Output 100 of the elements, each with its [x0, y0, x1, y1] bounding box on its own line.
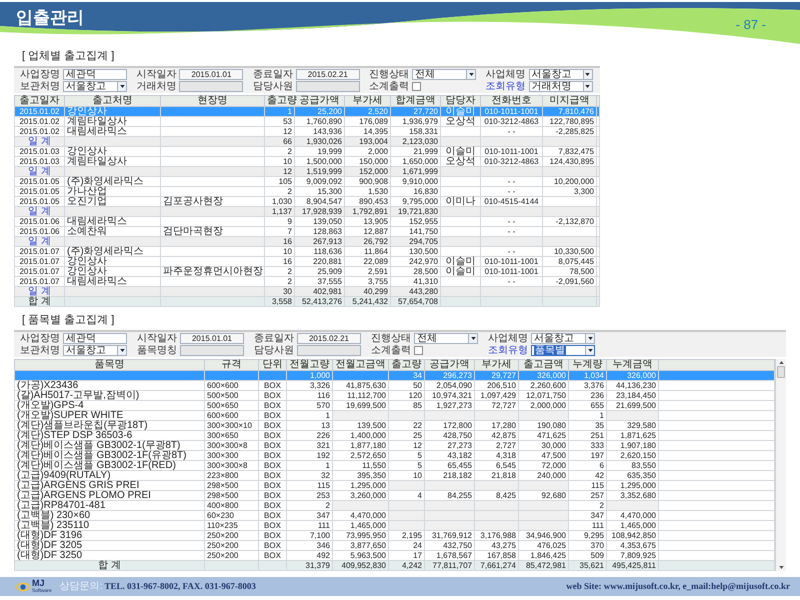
select-field[interactable]: 품목별: [531, 345, 595, 356]
dropdown-button[interactable]: [582, 82, 592, 91]
dropdown-button[interactable]: [466, 70, 476, 79]
table-row[interactable]: 2015.01.05 가나산업 2 15,300 1,530 16,830 - - 3,300: [14, 186, 600, 196]
scrollbar-thumb[interactable]: [777, 366, 785, 378]
table-row[interactable]: 2015.01.03 계림타일상사 10 1,500,000 150,000 1,650,000 오상석 010-3212-4863 124,430,895: [14, 156, 600, 166]
table-cell: 4,242: [388, 560, 424, 570]
table-row[interactable]: 2015.01.06 대림세라믹스 9 139,050 13,905 152,955 - - -2,132,870: [14, 216, 600, 226]
table-cell: 합 계: [14, 560, 204, 570]
select-field[interactable]: 서울창고: [528, 69, 593, 80]
field-label: 종료일자: [253, 333, 294, 344]
column-header: 출고처명: [64, 96, 160, 106]
scrollbar[interactable]: [775, 359, 786, 571]
table-row[interactable]: 2015.01.03 강인상사 2 19,999 2,000 21,999 이슬미 010-1011-1001 7,832,475: [14, 146, 600, 156]
table-row[interactable]: 일 계 1,137 17,928,939 1,792,891 19,721,830: [14, 206, 600, 216]
date-field[interactable]: 2015.02.21: [296, 69, 360, 80]
dropdown-button[interactable]: [585, 334, 594, 343]
table-row[interactable]: 2015.01.07 강인상사 파주운정휴먼시아현장 2 25,909 2,591 28,500 이슬미 010-1011-1001 78,500: [14, 266, 600, 276]
table-row[interactable]: (대형)DF 3250 250×200 BOX 492 5,963,500 17 1,678,567 167,858 1,846,425 509 7,809,925: [14, 550, 774, 560]
table-row[interactable]: (대형)DF 3205 250×200 BOX 346 3,877,650 24 432,750 43,275 476,025 370 4,353,675: [14, 540, 774, 550]
table-row[interactable]: 일 계 16 267,913 26,792 294,705: [14, 236, 600, 246]
table-cell: 77,811,707: [424, 560, 474, 570]
table-cell: 52,413,276: [294, 296, 344, 306]
column-header: 출고일자: [14, 96, 64, 106]
table-row[interactable]: 2015.01.07 (주)화영세라믹스 10 118,636 11,864 130,500 - - 10,330,500: [14, 246, 600, 256]
field-label: 담당사원: [252, 81, 293, 92]
table-row[interactable]: 2015.01.07 대림세라믹스 2 37,555 3,755 41,310 - - -2,091,560: [14, 276, 600, 286]
text-field[interactable]: 세관덕: [63, 69, 127, 80]
field-label: 담당사원: [253, 345, 294, 356]
field-label: 시작일자: [136, 333, 177, 344]
text-field[interactable]: 세관덕: [63, 333, 127, 344]
table-row[interactable]: (고급)9409(RUTALY) 223×800 BOX 32 395,350 10 218,182 21,818 240,000 42 635,350: [14, 470, 774, 480]
table-row[interactable]: 2015.01.07 강인상사 16 220,881 22,089 242,970 이슬미 010-1011-1001 8,075,445: [14, 256, 600, 266]
table-cell: 57,654,708: [390, 296, 440, 306]
select-field[interactable]: 전체: [412, 69, 476, 80]
table-row[interactable]: 2015.01.05 오진기업 김포공사현장 1,030 8,904,547 890,453 9,795,000 이미나 010-4515-4144: [14, 196, 600, 206]
select-field[interactable]: 전체: [414, 333, 478, 344]
date-field[interactable]: 2015.01.01: [180, 333, 244, 344]
table-row[interactable]: 일 계 12 1,519,999 152,000 1,671,999: [14, 166, 600, 176]
section-title: [ 업체별 출고집계 ]: [22, 50, 114, 63]
column-header: 규격: [204, 360, 258, 370]
table-row[interactable]: (고백블) 230×60 60×230 BOX 347 4,470,000 347 4,470,000: [14, 510, 774, 520]
table-row[interactable]: 2015.01.02 계림타일상사 53 1,760,890 176,089 1,936,979 오상석 010-3212-4863 122,780,895: [14, 116, 600, 126]
page-number: - 87 -: [736, 17, 766, 32]
table-row[interactable]: 합 계 3,558 52,413,276 5,241,432 57,654,708: [14, 296, 600, 306]
logo-text: MJ: [32, 579, 45, 588]
select-field[interactable]: 거래처명: [528, 81, 593, 92]
table-row[interactable]: (고급)ARGENS PLOMO PREI 298×500 BOX 253 3,260,000 4 84,255 8,425 92,680 257 3,352,680: [14, 490, 774, 500]
select-field[interactable]: 서울창고: [63, 81, 127, 92]
field-label: 사업체명: [487, 333, 528, 344]
table-row[interactable]: 일 계 30 402,981 40,299 443,280: [14, 286, 600, 296]
table-row[interactable]: (개오발)GPS-4 500×650 BOX 570 19,699,500 85 1,927,273 72,727 2,000,000 655 21,699,500: [14, 400, 774, 410]
table-cell: 35,621: [568, 560, 606, 570]
table-cell: 85,472,981: [518, 560, 568, 570]
field-label: 보관처명: [19, 81, 60, 92]
date-field[interactable]: 2015.02.21: [297, 333, 361, 344]
table-row[interactable]: (개오발)SUPER WHITE 600×600 BOX 1 1: [14, 410, 774, 420]
field-label: 종료일자: [252, 69, 293, 80]
table-row[interactable]: (고급)RP84701-481 400×800 BOX 2 2: [14, 500, 774, 510]
scroll-up-icon[interactable]: [778, 361, 784, 364]
page-title: 입출관리: [16, 8, 84, 28]
select-field[interactable]: 서울창고: [63, 345, 127, 356]
table-row[interactable]: (계단)STEP DSP 36503-6 300×650 BOX 226 1,400,000 25 428,750 42,875 471,625 251 1,871,625: [14, 430, 774, 440]
dropdown-button[interactable]: [585, 346, 594, 355]
table-row[interactable]: 일 계 66 1,930,026 193,004 2,123,030: [14, 136, 600, 146]
field-label: 조회유형: [484, 81, 526, 92]
dropdown-button[interactable]: [117, 82, 126, 91]
caret-down-icon: [588, 349, 592, 352]
table-row[interactable]: 2015.01.06 소예찬워 검단마곡현장 7 128,863 12,887 141,750 - -: [14, 226, 600, 236]
table-row[interactable]: 합 계 31,379 409,952,830 4,242 77,811,707 7,661,274 85,472,981 35,621 495,425,811: [14, 560, 774, 570]
select-field[interactable]: 서울창고: [531, 333, 595, 344]
date-field[interactable]: 2015.01.01: [179, 69, 244, 80]
table-row[interactable]: (고백블) 235110 110×235 BOX 111 1,465,000 111 1,465,000: [14, 520, 774, 530]
checkbox[interactable]: [414, 346, 423, 355]
table-row[interactable]: 2015.01.05 (주)화영세라믹스 105 9,009,092 900,908 9,910,000 - - 10,200,000: [14, 176, 600, 186]
table-cell: 409,952,830: [332, 560, 388, 570]
table-row[interactable]: (계단)샘플브라운칩(무광18T) 300×300×10 BOX 13 139,500 22 172,800 17,280 190,080 35 329,580: [14, 420, 774, 430]
table-row[interactable]: (고급)ARGENS GRIS PREI 298×500 BOX 115 1,295,000 115 1,295,000: [14, 480, 774, 490]
dropdown-button[interactable]: [117, 346, 126, 355]
column-header: 품목명: [14, 360, 204, 370]
table-row[interactable]: (갈)AH5017-고무발,잠벽이) 500×500 BOX 116 11,112,700 120 10,974,321 1,097,429 12,071,750 236 23,184,450: [14, 390, 774, 400]
checkbox[interactable]: [412, 82, 422, 91]
table-row[interactable]: (계단)베이스샘플 GB3002-1F(유광8T) 300×300 BOX 192 2,572,650 5 43,182 4,318 47,500 197 2,620,150: [14, 450, 774, 460]
dropdown-button[interactable]: [468, 334, 477, 343]
table-row[interactable]: (가공)X23436 600×600 BOX 3,326 41,875,630 50 2,054,090 206,510 2,260,600 3,376 44,136,230: [14, 380, 774, 390]
column-header: 현장명: [160, 96, 264, 106]
field-label: 시작일자: [135, 69, 176, 80]
field-label: 진행상태: [370, 333, 411, 344]
table-row[interactable]: (계단)베이스샘플 GB3002-1F(RED) 300×300×8 BOX 1 11,550 5 65,455 6,545 72,000 6 83,550: [14, 460, 774, 470]
dropdown-button[interactable]: [582, 70, 592, 79]
table-row[interactable]: (대형)DF 3196 250×200 BOX 7,100 73,995,950 2,195 31,769,912 3,176,988 34,946,900 9,295 108,942,850: [14, 530, 774, 540]
field-label: 사업장명: [19, 69, 60, 80]
table-row[interactable]: (계단)베이스샘플 GB3002-1(무광8T) 300×300×8 BOX 321 1,877,180 12 27,273 2,727 30,000 333 1,907,180: [14, 440, 774, 450]
table-cell: 합 계: [14, 296, 64, 306]
caret-down-icon: [470, 337, 476, 340]
table-cell: 3,558: [264, 296, 294, 306]
scroll-down-icon[interactable]: [778, 566, 784, 569]
website-info: web Site: www.mijusoft.co.kr, e_mail:help@mijusoft.co.kr: [566, 581, 790, 592]
logo-swirl-icon: [16, 582, 30, 592]
table-row[interactable]: 2015.01.02 대림세라믹스 12 143,936 14,395 158,331 - - -2,285,825: [14, 126, 600, 136]
